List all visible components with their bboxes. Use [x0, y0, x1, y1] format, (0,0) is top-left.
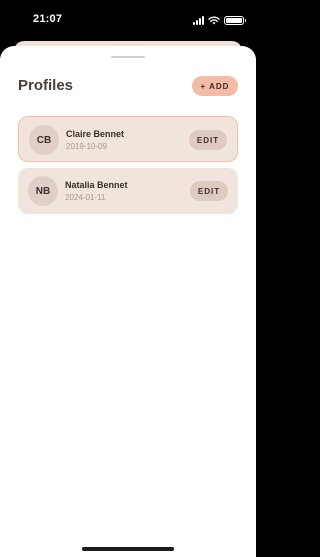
signal-icon: [193, 15, 204, 25]
profile-card[interactable]: NB Natalia Bennet 2024-01-11 EDIT: [18, 168, 238, 214]
home-indicator: [82, 547, 174, 551]
wifi-icon: [208, 16, 220, 24]
edit-button[interactable]: EDIT: [190, 181, 228, 201]
profile-name: Natalia Bennet: [65, 180, 128, 190]
status-bar: 21:07: [0, 0, 256, 40]
profile-date: 2024-01-11: [65, 193, 106, 202]
sheet-grabber[interactable]: [111, 56, 145, 58]
avatar: CB: [29, 125, 59, 155]
profiles-sheet: Profiles + ADD CB Claire Bennet 2019-10-…: [0, 46, 256, 557]
edit-button[interactable]: EDIT: [189, 130, 227, 150]
profile-name: Claire Bennet: [66, 129, 125, 139]
add-profile-button[interactable]: + ADD: [192, 76, 238, 96]
status-time: 21:07: [33, 13, 63, 25]
avatar: NB: [28, 176, 58, 206]
battery-icon: [224, 15, 246, 25]
status-icons: [193, 14, 246, 26]
profile-date: 2019-10-09: [66, 142, 107, 151]
page-title: Profiles: [18, 77, 74, 94]
profile-card[interactable]: CB Claire Bennet 2019-10-09 EDIT: [18, 116, 238, 162]
